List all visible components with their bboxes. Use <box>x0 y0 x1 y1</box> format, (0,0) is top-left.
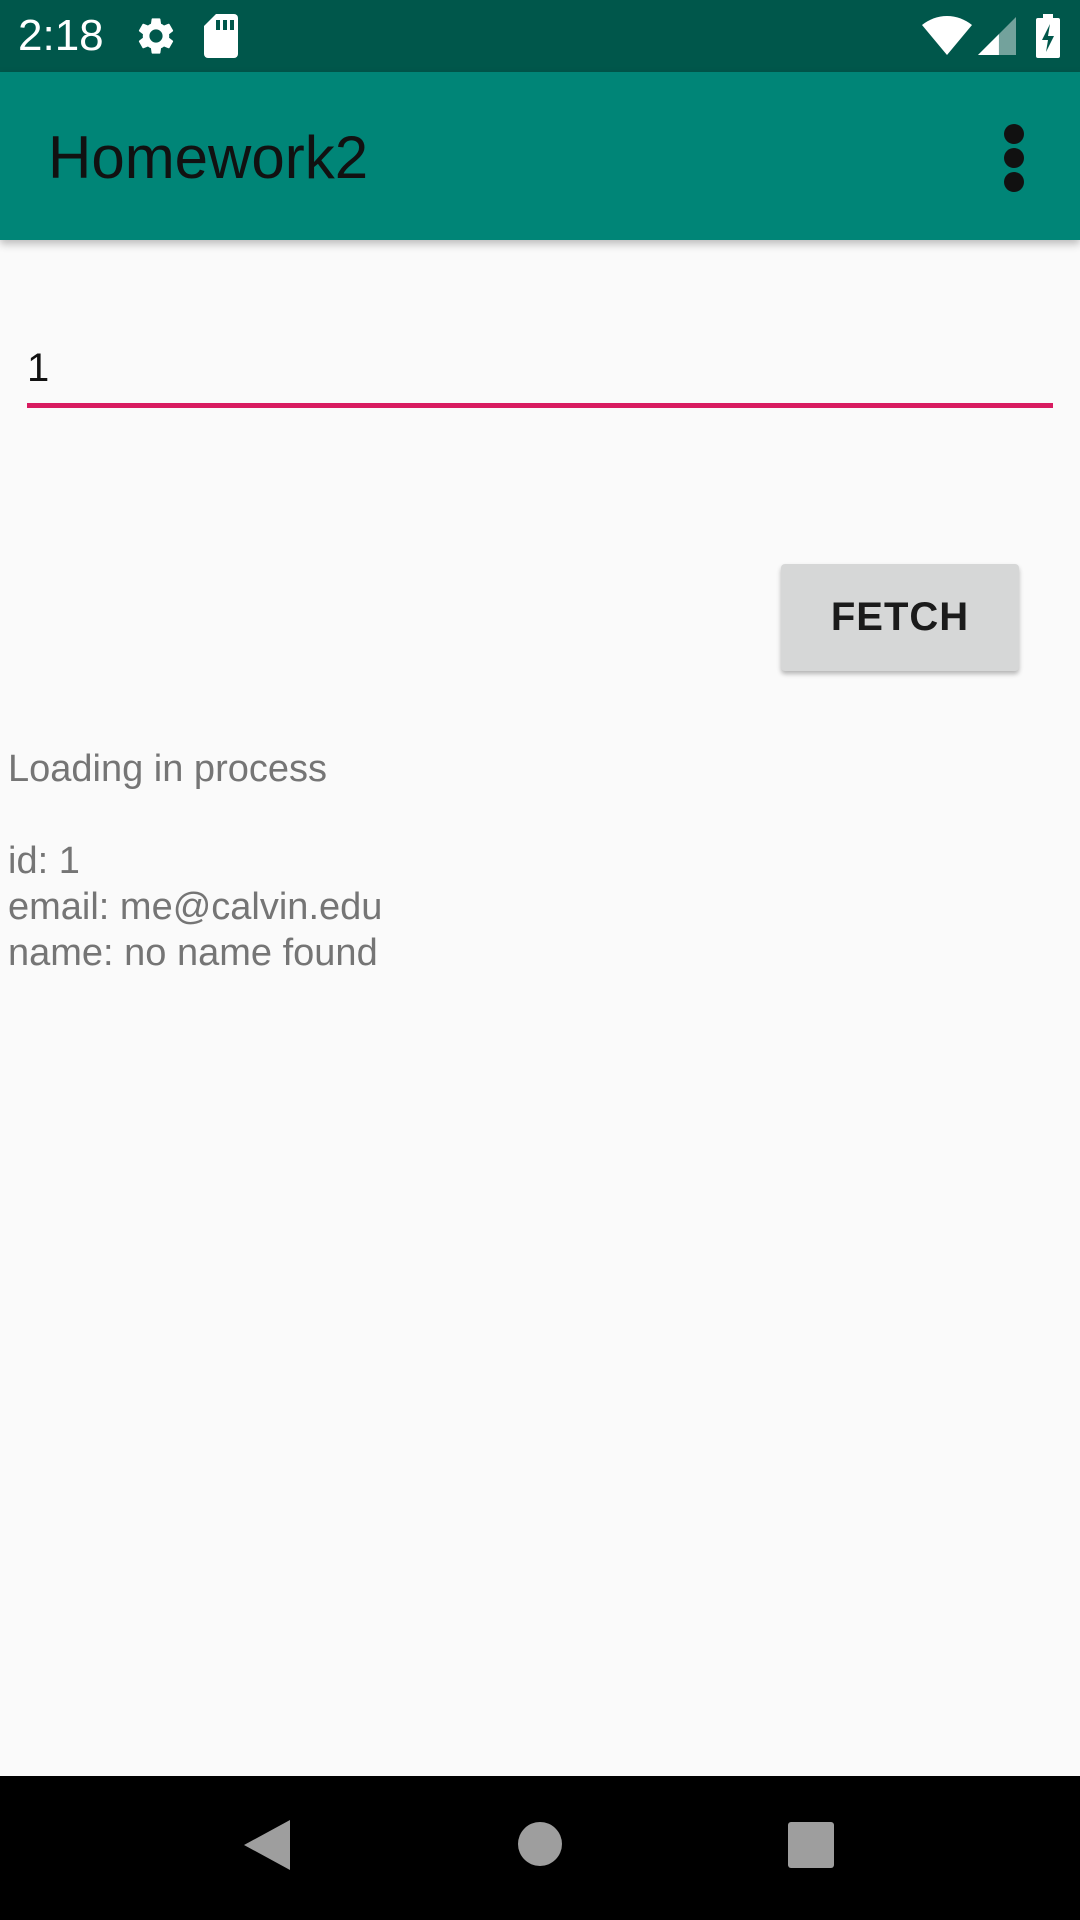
home-icon[interactable] <box>518 1822 562 1866</box>
recents-icon[interactable] <box>788 1822 834 1868</box>
app-bar: Homework2 <box>0 72 1080 240</box>
result-line-name: name: no name found <box>8 932 378 974</box>
nav-bar <box>0 1776 1080 1920</box>
result-line-id: id: 1 <box>8 840 80 882</box>
signal-icon <box>978 17 1016 55</box>
gear-icon <box>138 18 174 54</box>
fetch-button[interactable]: FETCH <box>781 564 1019 671</box>
more-vert-icon[interactable] <box>990 122 1038 194</box>
back-icon[interactable] <box>244 1820 290 1870</box>
result-line-blank <box>8 792 382 838</box>
result-line-email: email: me@calvin.edu <box>8 886 383 928</box>
status-bar: 2:18 <box>0 0 1080 72</box>
result-text: Loading in process id: 1 email: me@calvin.… <box>8 746 382 976</box>
battery-charging-icon <box>1036 14 1060 58</box>
result-line-status: Loading in process <box>8 748 327 790</box>
id-input[interactable] <box>27 340 1053 408</box>
wifi-icon <box>922 16 972 55</box>
app-title: Homework2 <box>48 124 369 191</box>
sd-card-icon <box>204 14 238 58</box>
status-time: 2:18 <box>18 11 104 60</box>
